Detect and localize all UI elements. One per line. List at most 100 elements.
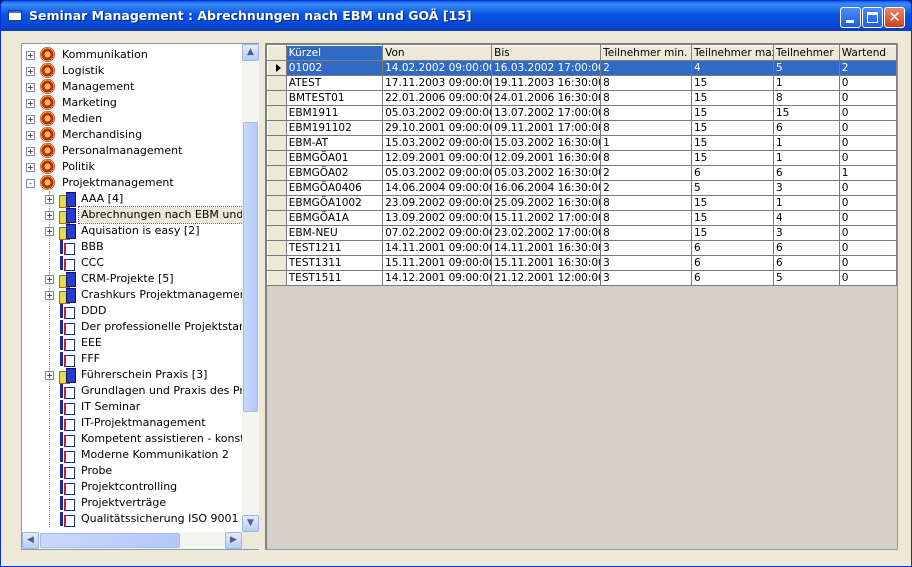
table-row[interactable]: EBM1911 05.03.2002 09:00:00 13.07.2002 17:… (267, 105, 898, 121)
table-row[interactable]: TEST1311 15.11.2001 09:00:00 15.11.2001 16… (267, 255, 898, 271)
table-cell[interactable]: EBMGÖA1002 (286, 195, 384, 211)
table-cell[interactable]: 1 (773, 135, 840, 151)
tree-item[interactable]: IT Seminar (22, 399, 242, 415)
table-cell[interactable]: 1 (839, 165, 898, 181)
table-cell[interactable]: 14.06.2004 09:00:00 (382, 180, 493, 196)
tree-item[interactable]: Kompetent assistieren - konstrukti (22, 431, 242, 447)
table-cell[interactable]: 13.07.2002 17:00:00 (491, 105, 602, 121)
table-cell[interactable]: TEST1311 (286, 255, 384, 271)
scroll-right-button[interactable]: ▶ (225, 532, 242, 549)
table-cell[interactable]: 0 (839, 255, 898, 271)
table-cell[interactable]: 8 (600, 75, 692, 91)
column-header[interactable]: Von (382, 45, 493, 61)
table-row[interactable]: EBMGÖA02 05.03.2002 09:00:00 05.03.2002 16… (267, 165, 898, 181)
tree-item[interactable]: Qualitätssicherung ISO 9001 (22, 511, 242, 527)
table-cell[interactable]: EBMGÖA02 (286, 165, 384, 181)
table-cell[interactable]: 14.12.2001 09:00:00 (382, 270, 493, 286)
table-cell[interactable]: 5 (691, 180, 774, 196)
table-row[interactable]: TEST1511 14.12.2001 09:00:00 21.12.2001 12… (267, 270, 898, 286)
table-cell[interactable]: 0 (839, 240, 898, 256)
expand-icon[interactable]: + (45, 371, 54, 380)
table-cell[interactable]: EBMGÖA1A (286, 210, 384, 226)
row-indicator[interactable] (267, 210, 287, 226)
scroll-up-button[interactable]: ▲ (242, 44, 259, 61)
table-cell[interactable]: 6 (691, 255, 774, 271)
expand-icon[interactable]: + (26, 115, 35, 124)
table-cell[interactable]: 3 (600, 270, 692, 286)
table-cell[interactable]: 14.11.2001 16:30:00 (491, 240, 602, 256)
row-indicator[interactable] (267, 120, 287, 136)
table-cell[interactable]: 3 (600, 240, 692, 256)
table-row[interactable]: EBMGÖA01 12.09.2001 09:00:00 12.09.2001 16… (267, 150, 898, 166)
tree-item[interactable]: Grundlagen und Praxis des Projek (22, 383, 242, 399)
table-cell[interactable]: 15.03.2002 09:00:00 (382, 135, 493, 151)
tree-item[interactable]: + Management (22, 79, 242, 95)
tree-item[interactable]: Der professionelle Projektstart (22, 319, 242, 335)
table-cell[interactable]: 6 (691, 165, 774, 181)
expand-icon[interactable]: + (26, 147, 35, 156)
table-cell[interactable]: 8 (773, 90, 840, 106)
column-header[interactable]: Kürzel (285, 45, 384, 61)
column-header[interactable]: Wartend (838, 45, 898, 61)
table-cell[interactable]: 01002 (286, 60, 384, 76)
table-cell[interactable]: 2 (600, 180, 692, 196)
expand-icon[interactable]: + (26, 163, 35, 172)
tree-item[interactable]: - Projektmanagement (22, 175, 242, 191)
tree-item[interactable]: + Crashkurs Projektmanagement [5] (22, 287, 242, 304)
tree-item[interactable]: Projektverträge (22, 495, 242, 511)
expand-icon[interactable]: + (45, 211, 54, 220)
seminar-grid[interactable]: Kürzel Von Bis Teilnehmer min. Teilnehmer ma… (265, 43, 898, 550)
table-cell[interactable]: 2 (839, 60, 898, 76)
row-indicator[interactable] (267, 180, 287, 196)
table-cell[interactable]: 16.06.2004 16:30:00 (491, 180, 602, 196)
table-cell[interactable]: 0 (839, 210, 898, 226)
expand-icon[interactable]: + (26, 51, 35, 60)
table-cell[interactable]: 4 (773, 210, 840, 226)
table-cell[interactable]: 6 (691, 270, 774, 286)
expand-icon[interactable]: + (45, 275, 54, 284)
row-indicator[interactable] (267, 135, 287, 151)
table-cell[interactable]: TEST1211 (286, 240, 384, 256)
table-cell[interactable]: 15.11.2002 17:00:00 (491, 210, 602, 226)
expand-icon[interactable]: + (26, 99, 35, 108)
table-cell[interactable]: 6 (773, 165, 840, 181)
row-indicator[interactable] (267, 270, 287, 286)
maximize-button[interactable] (862, 7, 883, 28)
table-cell[interactable]: 19.11.2003 16:30:00 (491, 75, 602, 91)
table-row[interactable]: EBMGÖA0406 14.06.2004 09:00:00 16.06.2004 … (267, 180, 898, 196)
category-tree[interactable]: + Kommunikation + Logistik + Management + Marke… (21, 43, 259, 550)
tree-item[interactable]: Moderne Kommunikation 2 (22, 447, 242, 463)
table-row[interactable]: TEST1211 14.11.2001 09:00:00 14.11.2001 16… (267, 240, 898, 256)
table-cell[interactable]: 15 (773, 105, 840, 121)
close-button[interactable]: ✕ (884, 7, 905, 28)
title-bar[interactable]: Seminar Management : Abrechnungen nach E… (1, 1, 911, 31)
tree-item[interactable]: + Medien (22, 111, 242, 127)
table-cell[interactable]: 1 (773, 195, 840, 211)
table-row[interactable]: EBM-NEU 07.02.2002 09:00:00 23.02.2002 17:… (267, 225, 898, 241)
row-indicator[interactable] (267, 165, 287, 181)
row-indicator[interactable] (267, 105, 287, 121)
table-cell[interactable]: 12.09.2001 09:00:00 (382, 150, 493, 166)
column-header[interactable]: Teilnehmer max. (690, 45, 774, 61)
table-cell[interactable]: 15.11.2001 16:30:00 (491, 255, 602, 271)
tree-item[interactable]: IT-Projektmanagement (22, 415, 242, 431)
table-cell[interactable]: 15.11.2001 09:00:00 (382, 255, 493, 271)
minimize-button[interactable] (840, 7, 861, 28)
tree-item[interactable]: + Marketing (22, 95, 242, 111)
table-cell[interactable]: 1 (773, 75, 840, 91)
table-cell[interactable]: 05.03.2002 16:30:00 (491, 165, 602, 181)
table-cell[interactable]: 15 (691, 135, 774, 151)
table-cell[interactable]: 05.03.2002 09:00:00 (382, 165, 493, 181)
table-cell[interactable]: 23.09.2002 09:00:00 (382, 195, 493, 211)
table-row[interactable]: EBM-AT 15.03.2002 09:00:00 15.03.2002 16:3… (267, 135, 898, 151)
table-cell[interactable]: EBM191102 (286, 120, 384, 136)
tree-vertical-scrollbar[interactable]: ▲ ▼ (242, 44, 259, 532)
table-cell[interactable]: 4 (691, 60, 774, 76)
table-row[interactable]: 01002 14.02.2002 09:00:00 16.03.2002 17:00… (267, 60, 898, 76)
table-cell[interactable]: 15 (691, 210, 774, 226)
tree-item[interactable]: DDD (22, 303, 242, 319)
table-cell[interactable]: 0 (839, 75, 898, 91)
table-cell[interactable]: 29.10.2001 09:00:00 (382, 120, 493, 136)
tree-item[interactable]: + Merchandising (22, 127, 242, 143)
tree-item[interactable]: + Abrechnungen nach EBM und GC (22, 206, 242, 224)
